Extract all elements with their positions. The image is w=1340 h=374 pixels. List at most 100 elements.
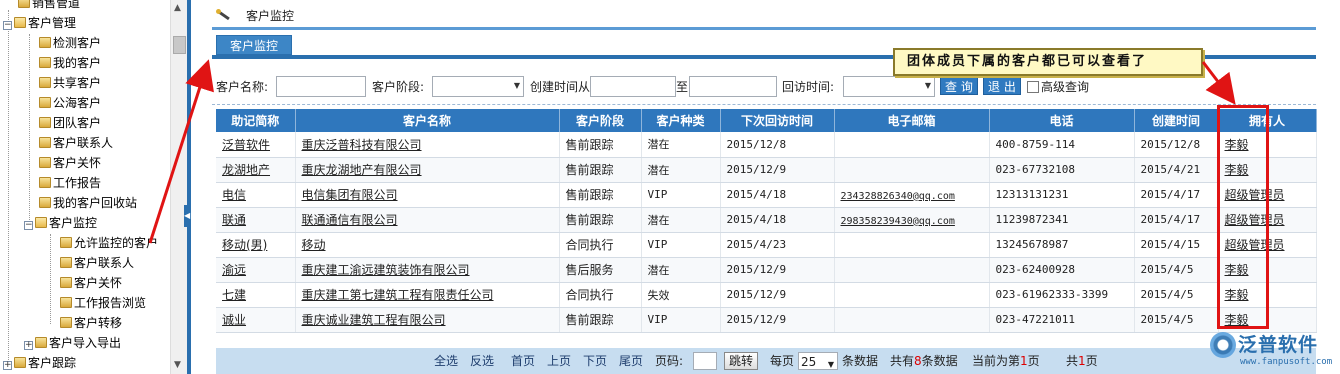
tree-item-check-customers[interactable]: 检测客户: [39, 33, 101, 53]
exit-button[interactable]: 退 出: [983, 77, 1021, 95]
tree-item-customer-contacts[interactable]: 客户联系人: [39, 133, 113, 153]
email-link[interactable]: 234328826340@qq.com: [841, 191, 955, 202]
tree-label: 客户关怀: [53, 156, 102, 170]
collapse-icon[interactable]: −: [24, 221, 33, 230]
current-page-info: 当前为第1页: [972, 352, 1040, 370]
customer-link[interactable]: 联通: [222, 213, 246, 227]
customer-name-input[interactable]: [276, 76, 366, 97]
table-row[interactable]: 电信 电信集团有限公司 售前跟踪 VIP 2015/4/18 234328826340@q…: [216, 182, 1317, 208]
table-cell: 重庆建工第七建筑工程有限责任公司: [295, 282, 560, 308]
advanced-query-checkbox[interactable]: [1027, 81, 1039, 93]
tree-item-allowed-monitor[interactable]: 允许监控的客户: [60, 233, 158, 253]
folder-icon: [35, 337, 47, 348]
column-header[interactable]: 电子邮箱: [834, 109, 990, 132]
current-prefix: 当前为第: [972, 354, 1021, 368]
table-cell: 合同执行: [559, 282, 642, 308]
customer-link[interactable]: 移动: [302, 238, 326, 252]
table-row[interactable]: 诚业 重庆诚业建筑工程有限公司 售前跟踪 VIP 2015/12/9 023-472210…: [216, 307, 1317, 333]
last-page-link[interactable]: 尾页: [619, 352, 643, 370]
tree-item-customer-tracking[interactable]: + 客户跟踪: [3, 353, 76, 373]
query-button[interactable]: 查 询: [940, 77, 978, 95]
column-header[interactable]: 助记简称: [216, 109, 296, 132]
tree-item-customer-monitor[interactable]: − 客户监控: [24, 213, 97, 233]
per-page-select[interactable]: 25: [798, 352, 838, 374]
customer-link[interactable]: 电信: [222, 188, 246, 202]
customer-link[interactable]: 重庆泛普科技有限公司: [302, 138, 422, 152]
total-records: 共有8条数据: [890, 352, 958, 370]
total-prefix: 共有: [890, 354, 915, 368]
table-row[interactable]: 七建 重庆建工第七建筑工程有限责任公司 合同执行 失效 2015/12/9 023-619…: [216, 282, 1317, 308]
column-header[interactable]: 客户阶段: [559, 109, 642, 132]
prev-page-link[interactable]: 上页: [547, 352, 571, 370]
tab-customer-monitor[interactable]: 客户监控: [216, 35, 292, 55]
customer-link[interactable]: 七建: [222, 288, 246, 302]
table-cell: 重庆龙湖地产有限公司: [295, 157, 560, 183]
tree-item-monitor-care[interactable]: 客户关怀: [60, 273, 122, 293]
select-all-link[interactable]: 全选: [434, 352, 458, 370]
scrollbar-thumb[interactable]: [173, 36, 186, 54]
tree-item-customer-transfer[interactable]: 客户转移: [60, 313, 122, 333]
app-root: 销售管道 − 客户管理 检测客户 我的客户 共享客户 公海客户 团队客户 客户联系…: [0, 0, 1340, 374]
current-page: 1: [1020, 354, 1028, 368]
created-from-input[interactable]: [590, 76, 676, 97]
created-to-input[interactable]: [689, 76, 777, 97]
collapse-panel-icon[interactable]: ◀: [184, 205, 190, 227]
tree-item-shared-customers[interactable]: 共享客户: [39, 73, 101, 93]
expand-icon[interactable]: +: [3, 361, 12, 370]
page-number-input[interactable]: [693, 352, 717, 370]
table-row[interactable]: 泛普软件 重庆泛普科技有限公司 售前跟踪 潜在 2015/12/8 400-8759-11…: [216, 132, 1317, 158]
customer-link[interactable]: 重庆建工渝远建筑装饰有限公司: [302, 263, 470, 277]
visit-time-select[interactable]: [843, 76, 935, 97]
scroll-up-icon[interactable]: ▲: [174, 3, 181, 13]
table-row[interactable]: 联通 联通通信有限公司 售前跟踪 潜在 2015/4/18 298358239430@qq…: [216, 207, 1317, 233]
table-cell: 2015/4/15: [1134, 232, 1219, 258]
email-link[interactable]: 298358239430@qq.com: [841, 216, 955, 227]
tree-item-customer-care[interactable]: 客户关怀: [39, 153, 101, 173]
folder-icon: [14, 357, 26, 368]
tree-item-recycle-bin[interactable]: 我的客户回收站: [39, 193, 137, 213]
tree-label: 允许监控的客户: [74, 236, 159, 250]
tree-item-team-customers[interactable]: 团队客户: [39, 113, 101, 133]
customer-link[interactable]: 泛普软件: [222, 138, 270, 152]
table-cell: 潜在: [641, 157, 721, 183]
customer-link[interactable]: 渝远: [222, 263, 246, 277]
page-icon: [60, 257, 72, 268]
table-cell: 298358239430@qq.com: [834, 207, 990, 233]
page-icon: [60, 277, 72, 288]
scroll-down-icon[interactable]: ▼: [174, 360, 181, 370]
customer-link[interactable]: 诚业: [222, 313, 246, 327]
tree-item-import-export[interactable]: + 客户导入导出: [24, 333, 121, 353]
column-header[interactable]: 电话: [989, 109, 1135, 132]
table-row[interactable]: 移动(男) 移动 合同执行 VIP 2015/4/23 13245678987 2015/4…: [216, 232, 1317, 258]
first-page-link[interactable]: 首页: [511, 352, 535, 370]
tree-item-report-browse[interactable]: 工作报告浏览: [60, 293, 146, 313]
customer-stage-select[interactable]: [432, 76, 524, 97]
tree-item-my-customers[interactable]: 我的客户: [39, 53, 101, 73]
customer-link[interactable]: 重庆龙湖地产有限公司: [302, 163, 422, 177]
table-row[interactable]: 龙湖地产 重庆龙湖地产有限公司 售前跟踪 潜在 2015/12/9 023-6773210…: [216, 157, 1317, 183]
column-header[interactable]: 下次回访时间: [720, 109, 835, 132]
tree-item-customer-mgmt[interactable]: − 客户管理: [3, 13, 76, 33]
column-header[interactable]: 创建时间: [1134, 109, 1219, 132]
table-row[interactable]: 渝远 重庆建工渝远建筑装饰有限公司 售后服务 潜在 2015/12/9 023-62400…: [216, 257, 1317, 283]
customer-link[interactable]: 电信集团有限公司: [302, 188, 398, 202]
customer-link[interactable]: 龙湖地产: [222, 163, 270, 177]
column-header[interactable]: 客户名称: [295, 109, 560, 132]
tree-item-monitor-contacts[interactable]: 客户联系人: [60, 253, 134, 273]
expand-icon[interactable]: +: [24, 341, 33, 350]
tree-scrollbar[interactable]: ▲ ▼: [170, 0, 187, 374]
table-cell: 2015/4/17: [1134, 182, 1219, 208]
next-page-link[interactable]: 下页: [583, 352, 607, 370]
tree-item-public-customers[interactable]: 公海客户: [39, 93, 101, 113]
customer-link[interactable]: 重庆诚业建筑工程有限公司: [302, 313, 446, 327]
tree-item-sales-pipeline[interactable]: 销售管道: [18, 0, 80, 13]
tree-item-work-report[interactable]: 工作报告: [39, 173, 101, 193]
customer-link[interactable]: 重庆建工第七建筑工程有限责任公司: [302, 288, 494, 302]
invert-selection-link[interactable]: 反选: [470, 352, 494, 370]
column-header[interactable]: 客户种类: [641, 109, 721, 132]
tree-label: 工作报告: [53, 176, 102, 190]
customer-link[interactable]: 移动(男): [222, 238, 267, 252]
collapse-icon[interactable]: −: [3, 21, 12, 30]
jump-button[interactable]: 跳转: [724, 352, 759, 370]
customer-link[interactable]: 联通通信有限公司: [302, 213, 398, 227]
